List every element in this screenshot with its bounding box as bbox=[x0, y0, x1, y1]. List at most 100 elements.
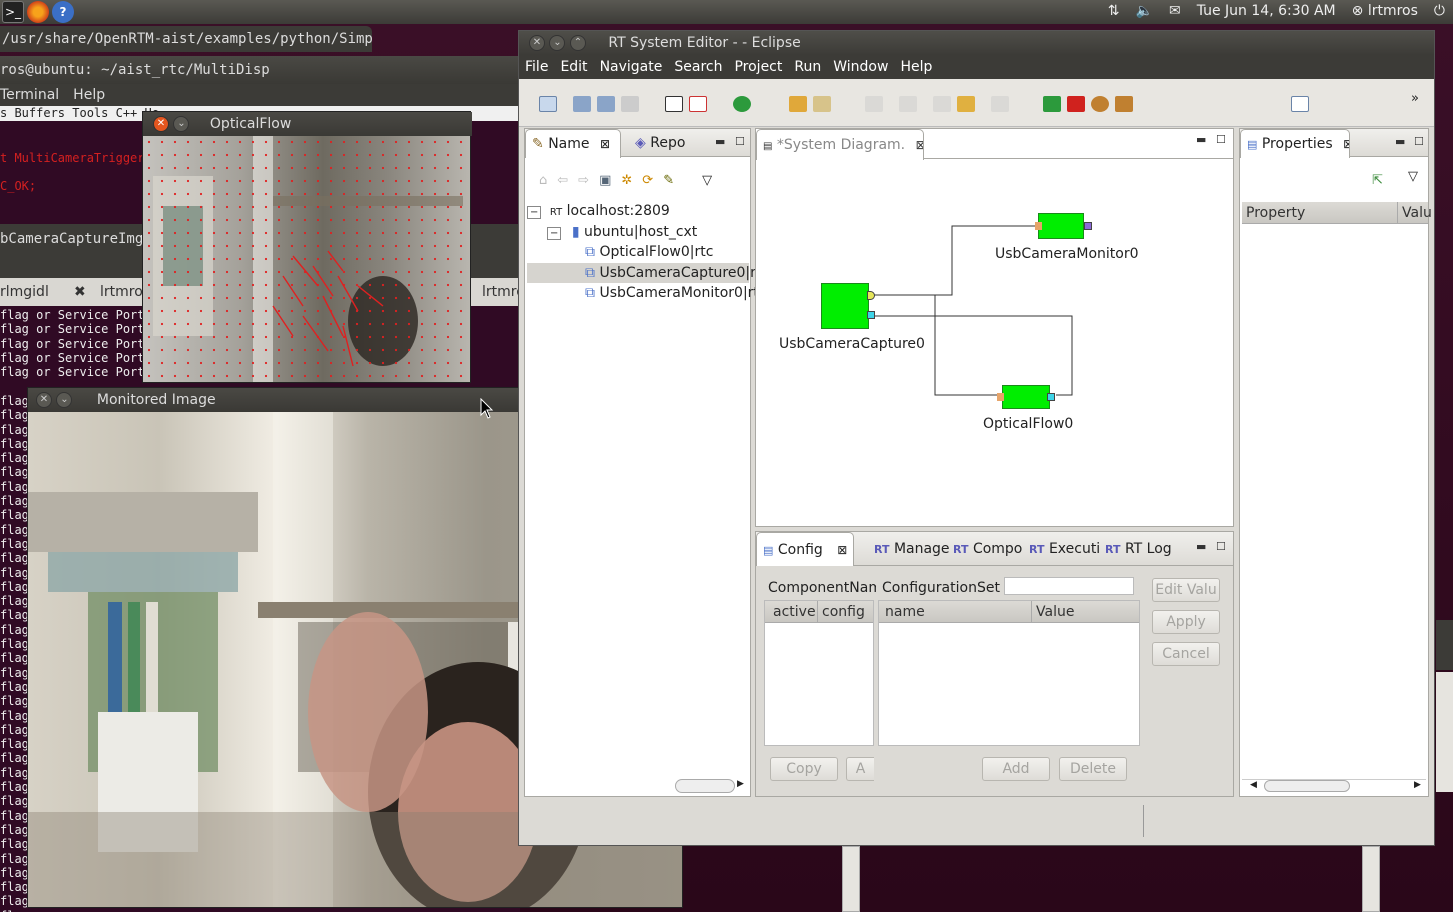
column-header-active[interactable]: active bbox=[773, 601, 816, 623]
configset-input[interactable] bbox=[1004, 577, 1134, 595]
all-on-icon[interactable] bbox=[665, 96, 683, 112]
volume-icon[interactable]: 🔈 bbox=[1136, 3, 1153, 19]
inport-icon[interactable] bbox=[1035, 222, 1042, 230]
scroll-left-icon[interactable]: ◀ bbox=[1250, 780, 1257, 790]
more-icon[interactable]: » bbox=[1411, 91, 1419, 106]
menu-search[interactable]: Search bbox=[674, 55, 722, 79]
collapse-icon[interactable]: − bbox=[547, 226, 562, 240]
service-port-icon[interactable] bbox=[1047, 393, 1055, 401]
eclipse-titlebar[interactable]: ✕ ⌄ ⌃ RT System Editor - - Eclipse bbox=[519, 31, 1434, 55]
copy-button[interactable]: Copy bbox=[770, 757, 838, 781]
config-param-table[interactable]: name Value bbox=[878, 600, 1140, 746]
terminal-launcher-icon[interactable]: >_ bbox=[2, 1, 24, 23]
back-terminal-titlebar[interactable]: /usr/share/OpenRTM-aist/examples/python/… bbox=[0, 26, 372, 52]
maximize-view-icon[interactable]: ☐ bbox=[1414, 135, 1424, 148]
scroll-right-icon[interactable]: ▶ bbox=[1414, 780, 1421, 790]
refresh-icon[interactable]: ⟳ bbox=[642, 173, 653, 188]
close-tab-icon[interactable]: ⊠ bbox=[837, 543, 847, 557]
close-tab-icon[interactable]: ✖ bbox=[74, 278, 86, 306]
firefox-icon[interactable] bbox=[27, 1, 49, 23]
close-tab-icon[interactable]: ⊠ bbox=[600, 137, 610, 151]
home-icon[interactable]: ⌂ bbox=[539, 173, 547, 188]
tree-node-component-selected[interactable]: ⧉ UsbCameraCapture0|rt bbox=[527, 262, 761, 283]
nav-down-icon[interactable] bbox=[865, 96, 883, 112]
optical-flow-titlebar[interactable]: ✕ ⌄ OpticalFlow bbox=[143, 112, 472, 136]
close-tab-icon[interactable]: ⊠ bbox=[916, 138, 923, 152]
tab-component[interactable]: RT Compo bbox=[947, 532, 1023, 558]
minimize-view-icon[interactable]: ▬ bbox=[1196, 540, 1206, 553]
forward-icon[interactable]: ⇨ bbox=[578, 173, 589, 188]
menu-help[interactable]: Help bbox=[900, 55, 932, 79]
menu-file[interactable]: File bbox=[525, 55, 548, 79]
back-edit-icon[interactable] bbox=[933, 96, 951, 112]
close-icon[interactable]: ✕ bbox=[153, 116, 169, 132]
run-icon[interactable] bbox=[733, 96, 751, 112]
tree-node-host[interactable]: − RT localhost:2809 bbox=[527, 201, 749, 222]
component-node-flow[interactable] bbox=[997, 385, 1055, 409]
reset-icon[interactable] bbox=[1091, 96, 1109, 112]
add-configset-button[interactable]: A bbox=[846, 757, 874, 781]
horizontal-scrollbar[interactable] bbox=[675, 779, 735, 793]
column-header-property[interactable]: Property bbox=[1246, 202, 1305, 224]
optical-flow-window[interactable]: ✕ ⌄ OpticalFlow bbox=[142, 111, 472, 383]
minimize-icon[interactable]: ⌄ bbox=[549, 35, 566, 51]
column-header-config[interactable]: config bbox=[817, 601, 865, 623]
configset-table[interactable]: active config bbox=[764, 600, 874, 746]
delete-button[interactable]: Delete bbox=[1059, 757, 1127, 781]
minimize-icon[interactable]: ⌄ bbox=[173, 116, 190, 132]
service-port-icon[interactable] bbox=[867, 311, 875, 319]
view-menu-icon[interactable]: ▽ bbox=[1408, 169, 1418, 184]
cancel-button[interactable]: Cancel bbox=[1152, 642, 1220, 666]
close-icon[interactable]: ✕ bbox=[529, 35, 545, 51]
tab-manager[interactable]: RT Manage bbox=[868, 532, 950, 558]
close-icon[interactable]: ✕ bbox=[36, 392, 52, 408]
scroll-right-icon[interactable]: ▶ bbox=[737, 779, 744, 789]
collapse-icon[interactable]: − bbox=[527, 206, 542, 219]
new-icon[interactable] bbox=[539, 96, 557, 112]
tab-name[interactable]: ✎ Name ⊠ bbox=[525, 129, 621, 158]
minimize-icon[interactable]: ⌄ bbox=[56, 392, 73, 408]
scroll-thumb[interactable] bbox=[1264, 780, 1350, 792]
forward-icon[interactable] bbox=[991, 96, 1009, 112]
activate-icon[interactable] bbox=[1043, 96, 1061, 112]
minimize-view-icon[interactable]: ▬ bbox=[715, 135, 725, 148]
minimize-view-icon[interactable]: ▬ bbox=[1395, 135, 1405, 148]
network-icon[interactable]: ⇅ bbox=[1108, 3, 1120, 19]
service-port-icon[interactable] bbox=[1084, 222, 1092, 230]
terminal-menu-terminal[interactable]: Terminal bbox=[0, 84, 59, 106]
menu-run[interactable]: Run bbox=[794, 55, 821, 79]
minimize-view-icon[interactable]: ▬ bbox=[1196, 133, 1206, 146]
menu-window[interactable]: Window bbox=[833, 55, 888, 79]
tab-system-diagram[interactable]: ▤ *System Diagram. ⊠ bbox=[756, 129, 924, 160]
all-off-icon[interactable] bbox=[689, 96, 707, 112]
back-icon[interactable]: ⇦ bbox=[557, 173, 568, 188]
maximize-view-icon[interactable]: ☐ bbox=[735, 135, 745, 148]
add-button[interactable]: Add bbox=[982, 757, 1050, 781]
back-icon[interactable] bbox=[957, 96, 975, 112]
terminal-tab-3[interactable]: lrtmro bbox=[470, 278, 520, 306]
tab-config[interactable]: ▤ Config ⊠ bbox=[756, 532, 854, 567]
add-ns-icon[interactable]: ▣ bbox=[599, 173, 611, 188]
maximize-view-icon[interactable]: ☐ bbox=[1216, 133, 1226, 146]
component-node-monitor[interactable] bbox=[1035, 213, 1092, 239]
maximize-view-icon[interactable]: ☐ bbox=[1216, 540, 1226, 553]
component-node-capture[interactable] bbox=[821, 283, 875, 329]
view-menu-icon[interactable]: ▽ bbox=[702, 173, 712, 188]
menu-navigate[interactable]: Navigate bbox=[600, 55, 663, 79]
column-header-value[interactable]: Valu bbox=[1397, 202, 1432, 224]
maximize-icon[interactable]: ⌃ bbox=[569, 35, 586, 51]
exit-icon[interactable] bbox=[1115, 96, 1133, 112]
help-icon[interactable]: ? bbox=[52, 1, 74, 23]
pin-icon[interactable]: ⇱ bbox=[1372, 173, 1383, 188]
save-all-icon[interactable] bbox=[597, 96, 615, 112]
properties-scrollbar[interactable]: ◀ ▶ bbox=[1242, 779, 1426, 793]
tool-icon[interactable]: ✎ bbox=[663, 173, 674, 188]
tab-properties[interactable]: ▤ Properties ⊠ bbox=[1240, 129, 1350, 158]
filter-icon[interactable]: ✲ bbox=[621, 173, 632, 188]
main-terminal-titlebar[interactable]: ros@ubuntu: ~/aist_rtc/MultiDisp bbox=[0, 56, 520, 84]
tool-icon[interactable] bbox=[813, 96, 831, 112]
terminal-menu-help[interactable]: Help bbox=[73, 84, 105, 106]
user-menu[interactable]: ⊗ lrtmros bbox=[1352, 3, 1418, 19]
deactivate-icon[interactable] bbox=[1067, 96, 1085, 112]
menu-project[interactable]: Project bbox=[734, 55, 782, 79]
